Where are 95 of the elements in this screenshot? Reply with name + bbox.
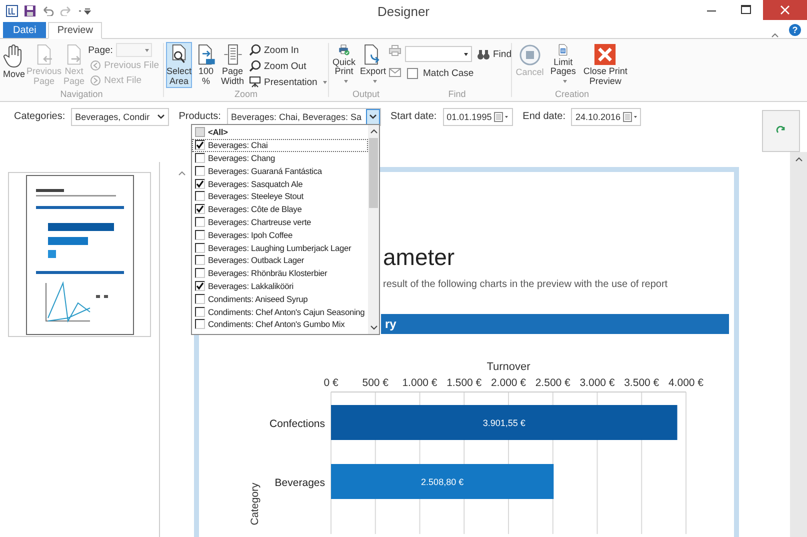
checkmark-icon: [196, 205, 204, 214]
list-item[interactable]: Beverages: Guaraná Fantástica: [192, 164, 368, 178]
axis-tick-label: 3.000 €: [580, 377, 615, 389]
ribbon-button[interactable]: Page Width: [220, 42, 245, 88]
ribbon-button[interactable]: Zoom In: [247, 43, 330, 57]
scroll-up-icon[interactable]: [370, 128, 378, 134]
thumbnail-frame[interactable]: [8, 172, 151, 337]
calendar-icon[interactable]: [622, 112, 638, 122]
zoom-icon: [249, 60, 261, 72]
list-item[interactable]: Beverages: Outback Lager: [192, 254, 368, 267]
checkmark-icon: [196, 141, 204, 150]
ribbon-button[interactable]: 100 %: [194, 42, 218, 88]
help-icon[interactable]: ?: [789, 24, 801, 36]
chart-title: Turnover: [486, 361, 530, 373]
axis-tick-label: 1.500 €: [446, 377, 482, 389]
date-field[interactable]: 01.01.1995: [442, 108, 513, 126]
group-label: Output: [352, 89, 380, 101]
ribbon-tab[interactable]: Preview: [48, 22, 102, 39]
checkmark-icon: [196, 282, 204, 290]
date-field[interactable]: 24.10.2016: [571, 108, 642, 126]
report-description: result of the following charts in the preview with the use of report: [383, 279, 669, 290]
list-item[interactable]: <All>: [192, 126, 368, 139]
page-label: Page:: [88, 44, 113, 56]
category-label: Confections: [270, 418, 325, 430]
projector-icon: [249, 76, 261, 88]
report-title: ameter: [383, 244, 456, 271]
zoom-icon: [249, 44, 261, 56]
close-preview-icon: [594, 44, 616, 66]
list-item[interactable]: Beverages: Ipoh Coffee: [192, 228, 368, 242]
ribbon-button[interactable]: Close Print Preview: [580, 42, 630, 88]
find-button[interactable]: Find: [475, 48, 514, 60]
list-item[interactable]: Beverages: Chai: [192, 138, 368, 152]
ribbon-tab[interactable]: Datei: [3, 22, 46, 38]
group-label: Zoom: [234, 89, 258, 101]
ribbon-button[interactable]: Export: [359, 42, 388, 88]
axis-tick-label: 2.000 €: [490, 377, 526, 389]
group-label: Navigation: [60, 89, 103, 101]
section-header: ry: [381, 314, 729, 334]
window-title: Designer: [377, 4, 430, 18]
list-scrollbar[interactable]: [368, 125, 379, 334]
axis-tick-label: 3.500 €: [624, 377, 660, 389]
calendar-icon[interactable]: [494, 112, 509, 122]
category-label: Beverages: [274, 477, 325, 489]
axis-tick-label: 1.000 €: [402, 377, 438, 389]
list-item[interactable]: Beverages: Côte de Blaye: [192, 202, 368, 216]
binoculars-icon: [477, 48, 490, 60]
list-item[interactable]: Condiments: Chef Anton's Gumbo Mix: [192, 318, 368, 331]
parameter-label: Categories:: [14, 110, 66, 124]
chevron-down-icon[interactable]: [366, 109, 380, 125]
match-case-checkbox[interactable]: Match Case: [405, 68, 474, 79]
circle-left-icon: [90, 60, 102, 71]
redo-icon[interactable]: [60, 6, 72, 16]
list-item[interactable]: Beverages: Chang: [192, 152, 368, 164]
parameter-label: Start date:: [390, 110, 437, 124]
list-item[interactable]: Beverages: Lakkalikööri: [192, 280, 368, 292]
parameter-combo[interactable]: Beverages, Condir: [71, 108, 169, 126]
app-icon: [6, 5, 18, 17]
ribbon-button[interactable]: Select Area: [166, 42, 192, 88]
ribbon-button[interactable]: Zoom Out: [247, 59, 330, 73]
page-width-icon: [222, 44, 244, 66]
axis-title: Category: [249, 482, 261, 526]
circle-right-icon: [90, 75, 102, 86]
bar-value-label: 3.901,55 €: [482, 418, 526, 428]
axis-tick-label: 0 €: [324, 377, 338, 389]
scroll-up-icon[interactable]: [794, 156, 802, 162]
list-item[interactable]: Condiments: Aniseed Syrup: [192, 292, 368, 306]
scroll-down-icon[interactable]: [370, 325, 378, 331]
group-label: Creation: [554, 89, 590, 101]
axis-tick-label: 2.500 €: [535, 377, 570, 389]
list-item[interactable]: Beverages: Chartreuse verte: [192, 216, 368, 228]
list-item[interactable]: Beverages: Laughing Lumberjack Lager: [192, 241, 368, 254]
undo-icon[interactable]: [42, 6, 54, 16]
collapse-ribbon-icon[interactable]: [771, 32, 779, 38]
axis-tick-label: 4.000 €: [668, 377, 704, 389]
ribbon-button[interactable]: Move: [2, 42, 26, 88]
vertical-scrollbar[interactable]: [790, 152, 807, 537]
list-item[interactable]: Condiments: Chef Anton's Cajun Seasoning: [192, 305, 368, 318]
ribbon-button[interactable]: Quick Print: [331, 42, 357, 88]
bar-value-label: 2.508,80 €: [421, 477, 464, 487]
printer-icon[interactable]: [389, 45, 402, 56]
ribbon-button[interactable]: Limit Pages: [547, 42, 579, 88]
list-item[interactable]: Beverages: Steeleye Stout: [192, 190, 368, 203]
collapse-icon[interactable]: [178, 170, 186, 176]
list-item[interactable]: Beverages: Sasquatch Ale: [192, 177, 368, 190]
checkmark-icon: [196, 180, 204, 188]
parameter-label: Products:: [178, 110, 221, 124]
save-icon[interactable]: [24, 5, 36, 17]
group-label: Find: [448, 89, 466, 101]
list-item[interactable]: Beverages: Rhönbräu Klosterbier: [192, 266, 368, 280]
close-icon[interactable]: [763, 0, 807, 20]
parameter-label: End date:: [522, 110, 566, 124]
envelope-icon[interactable]: [389, 68, 402, 77]
axis-tick-label: 500 €: [362, 377, 389, 389]
stop-icon: [518, 44, 541, 66]
customize-icon[interactable]: [78, 6, 92, 16]
